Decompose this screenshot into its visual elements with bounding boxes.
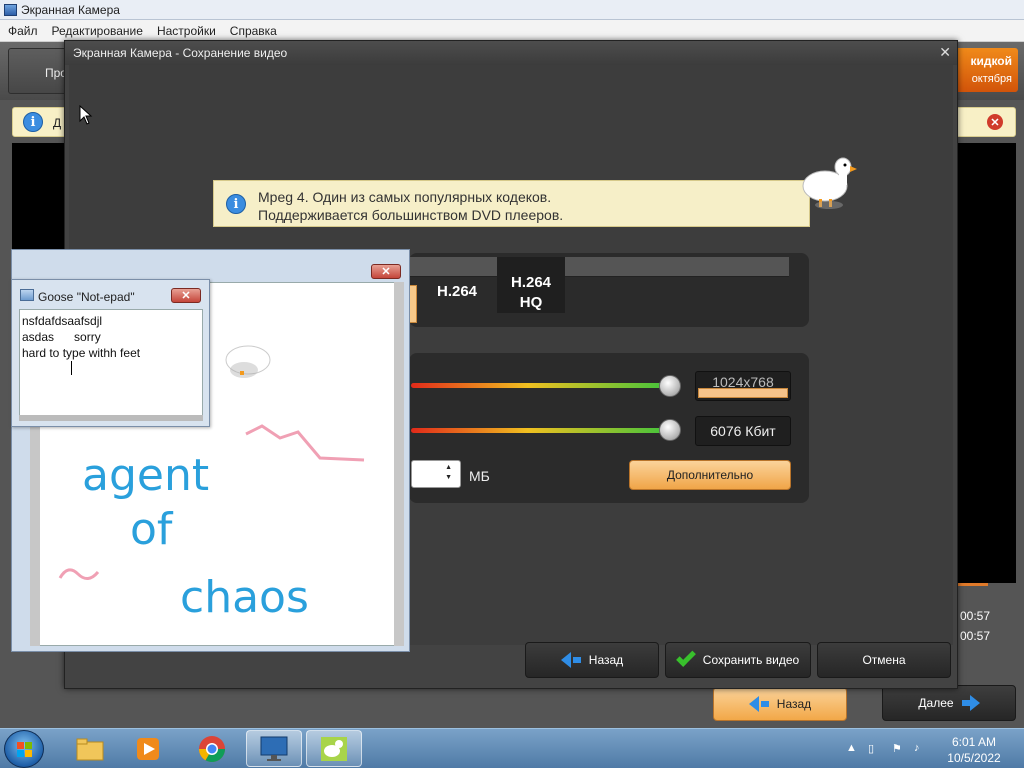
menu-edit[interactable]: Редактирование	[52, 24, 143, 38]
time-current: 00:57	[960, 609, 991, 623]
start-button[interactable]	[4, 730, 44, 768]
notepad-textarea[interactable]: nsfdafdsaafsdjl asdas sorry hard to type…	[19, 309, 203, 417]
app-icon	[4, 3, 17, 16]
notepad-line: asdas sorry	[22, 330, 101, 344]
clock-date: 10/5/2022	[947, 751, 1001, 765]
advanced-button[interactable]: Дополнительно	[629, 460, 791, 490]
next-main-label: Далее	[918, 696, 954, 710]
close-icon[interactable]: ✕	[171, 288, 201, 303]
taskbar-media-player[interactable]	[120, 730, 176, 767]
notepad-icon	[20, 289, 34, 301]
menu-settings[interactable]: Настройки	[157, 24, 216, 38]
save-video-button[interactable]: Сохранить видео	[665, 642, 811, 678]
info-icon: i	[23, 112, 43, 132]
windows-logo-icon	[17, 742, 32, 757]
taskbar-chrome[interactable]	[184, 730, 240, 767]
spinner-down-icon[interactable]: ▼	[445, 474, 452, 481]
notepad-line: hard to type withh feet	[22, 346, 141, 360]
check-icon	[675, 647, 696, 667]
arrow-left-icon	[560, 652, 571, 668]
clock-time: 6:01 AM	[951, 735, 997, 749]
cancel-button[interactable]: Отмена	[817, 642, 951, 678]
time-total: 00:57	[960, 629, 991, 643]
taskbar-screen-camera[interactable]	[246, 730, 302, 767]
text-caret	[71, 361, 72, 375]
action-center-icon[interactable]: ⚑	[892, 742, 904, 755]
resolution-slider[interactable]	[411, 383, 671, 388]
menu-help[interactable]: Справка	[230, 24, 277, 38]
codec-info-line1: Mpeg 4. Один из самых популярных кодеков…	[258, 189, 552, 205]
info-icon: i	[226, 194, 246, 214]
goose-icon	[321, 736, 347, 761]
close-icon[interactable]: ✕	[987, 114, 1003, 130]
spinner-up-icon[interactable]: ▲	[445, 464, 452, 471]
back-main-label: Назад	[776, 697, 812, 711]
chrome-icon	[198, 735, 226, 762]
close-icon[interactable]: ✕	[371, 264, 401, 279]
save-video-label: Сохранить видео	[702, 653, 800, 667]
dialog-back-label: Назад	[588, 653, 624, 667]
codec-track	[409, 257, 789, 277]
notepad-title: Goose "Not-epad"	[38, 290, 135, 304]
dialog-back-button[interactable]: Назад	[525, 642, 659, 678]
drawn-word-of: of	[130, 504, 174, 555]
bitrate-slider[interactable]	[411, 428, 671, 433]
dialog-close-icon[interactable]: ✕	[939, 44, 951, 61]
menubar: Файл Редактирование Настройки Справка	[0, 20, 1024, 42]
volume-icon[interactable]: ♪	[914, 742, 926, 754]
app-title: Экранная Камера	[21, 2, 120, 17]
codec-info-box: i Mpeg 4. Один из самых популярных кодек…	[213, 180, 810, 227]
menu-file[interactable]: Файл	[8, 24, 38, 38]
taskbar-goose[interactable]	[306, 730, 362, 767]
back-button-main[interactable]: Назад	[713, 687, 847, 721]
taskbar-explorer[interactable]	[62, 730, 118, 767]
drawn-word-chaos: chaos	[180, 572, 309, 623]
drawn-word-agent: agent	[82, 450, 209, 501]
tray-expand-icon[interactable]: ▲	[846, 742, 858, 754]
arrow-left-icon	[748, 696, 759, 712]
folder-icon	[76, 738, 104, 760]
network-icon[interactable]: ▯	[868, 742, 880, 755]
mouse-cursor-icon	[79, 105, 93, 125]
size-spinner[interactable]: ▲ ▼	[411, 460, 461, 488]
bitrate-slider-knob[interactable]	[659, 419, 681, 441]
codec-option-h264-hq[interactable]: H.264 HQ	[497, 257, 565, 313]
codec-hq-label-1: H.264	[510, 274, 552, 291]
media-player-icon	[137, 737, 159, 760]
goose-notepad-window: Goose "Not-epad" ✕ nsfdafdsaafsdjl asdas…	[11, 279, 210, 427]
resolution-overlay	[698, 388, 788, 398]
codec-hq-label-2: HQ	[519, 294, 543, 311]
app-info-text: Д	[53, 116, 62, 130]
app-titlebar: Экранная Камера	[0, 0, 1024, 20]
dialog-titlebar: Экранная Камера - Сохранение видео ✕	[65, 41, 957, 65]
goose-sprite	[802, 157, 857, 209]
tray-clock[interactable]: 6:01 AM 10/5/2022	[938, 734, 1010, 766]
notepad-scrollbar[interactable]	[19, 415, 203, 421]
size-unit: МБ	[469, 468, 490, 484]
resolution-slider-knob[interactable]	[659, 375, 681, 397]
codec-info-line2: Поддерживается большинством DVD плееров.	[258, 207, 564, 223]
codec-option-h264[interactable]: H.264	[419, 283, 495, 300]
timeline-marker[interactable]	[958, 583, 988, 586]
next-button-main[interactable]: Далее	[882, 685, 1016, 721]
codec-selected-highlight[interactable]	[409, 285, 417, 323]
dialog-title: Экранная Камера - Сохранение видео	[73, 46, 288, 60]
arrow-right-icon	[969, 695, 980, 711]
notepad-line: nsfdafdsaafsdjl	[22, 314, 103, 328]
monitor-icon	[260, 736, 288, 761]
resolution-value: 1024x768	[695, 371, 791, 401]
bitrate-value: 6076 Кбит	[695, 416, 791, 446]
preview-area-right	[958, 143, 1016, 583]
